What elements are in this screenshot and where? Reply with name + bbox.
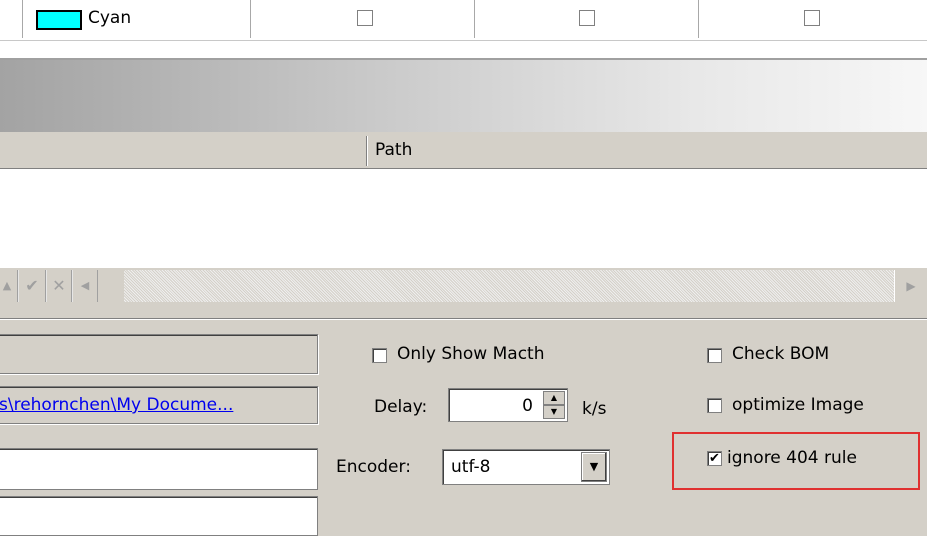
ignore-404-checkbox[interactable]: ✔ (707, 451, 722, 466)
spin-down-icon[interactable]: ▼ (543, 405, 565, 419)
grid-divider (698, 0, 699, 38)
delay-unit-label: k/s (582, 399, 607, 419)
path-link[interactable]: s\rehornchen\My Docume... (0, 395, 233, 415)
scroll-right-icon[interactable]: ▶ (894, 270, 927, 302)
only-show-match-checkbox[interactable] (372, 348, 387, 363)
optimize-image-checkbox[interactable] (707, 398, 722, 413)
grid-checkbox-3[interactable] (804, 10, 820, 26)
delay-value: 0 (522, 396, 533, 416)
delay-label: Delay: (374, 397, 428, 417)
grid-checkbox-2[interactable] (579, 10, 595, 26)
grid-divider (22, 0, 23, 38)
grid-color-row: Cyan (0, 0, 927, 40)
color-name-label: Cyan (88, 8, 132, 28)
ignore-404-label[interactable]: ignore 404 rule (727, 448, 857, 468)
horizontal-scroll-track[interactable] (124, 270, 894, 302)
chevron-down-icon[interactable]: ▼ (581, 452, 607, 482)
optimize-image-label[interactable]: optimize Image (732, 395, 864, 415)
navigator-bar: ▲ ✔ ✕ ◀ ▶ (0, 268, 927, 304)
check-bom-label[interactable]: Check BOM (732, 344, 829, 364)
gradient-title-band (0, 60, 927, 132)
grid-blank-row (0, 40, 927, 60)
encoder-select[interactable]: utf-8 ▼ (442, 449, 610, 485)
list-column-header: Path (0, 132, 927, 169)
file-list-area[interactable] (0, 169, 927, 268)
column-divider-highlight (367, 136, 368, 166)
cancel-icon[interactable]: ✕ (46, 270, 72, 302)
panel-separator (0, 318, 927, 320)
path-link-box: s\rehornchen\My Docume... (0, 386, 318, 424)
path-column-header[interactable]: Path (375, 140, 412, 160)
scroll-left-icon[interactable]: ◀ (72, 270, 98, 302)
delay-input[interactable]: 0 ▲ ▼ (448, 388, 568, 422)
status-field (0, 334, 318, 374)
grid-divider (250, 0, 251, 38)
cyan-color-swatch (36, 10, 82, 30)
spin-up-icon[interactable]: ▲ (543, 391, 565, 405)
text-input-field-2[interactable] (0, 496, 318, 536)
encoder-label: Encoder: (336, 457, 411, 477)
text-input-field[interactable] (0, 448, 318, 490)
only-show-match-label[interactable]: Only Show Macth (397, 344, 545, 364)
grid-checkbox-1[interactable] (357, 10, 373, 26)
check-bom-checkbox[interactable] (707, 348, 722, 363)
encoder-value: utf-8 (451, 457, 491, 477)
grid-divider (474, 0, 475, 38)
check-icon[interactable]: ✔ (18, 270, 46, 302)
up-icon[interactable]: ▲ (0, 270, 18, 302)
